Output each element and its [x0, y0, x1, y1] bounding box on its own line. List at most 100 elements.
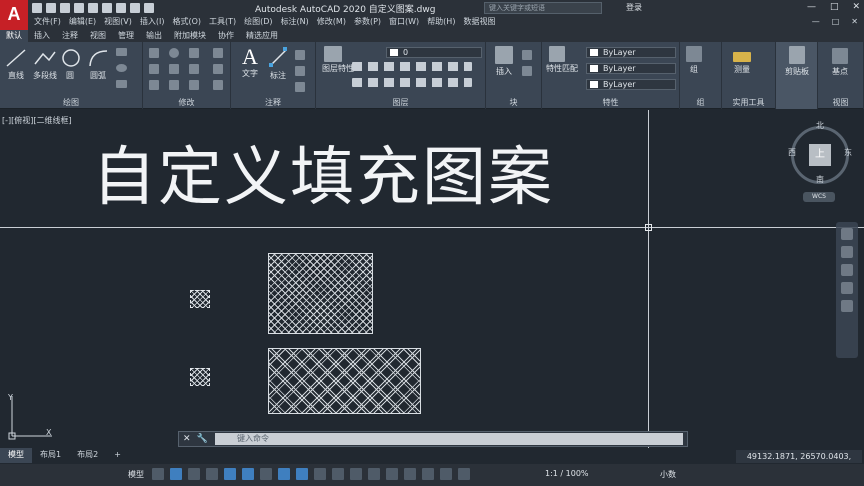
- tab-view[interactable]: 视图: [84, 30, 112, 42]
- polar-tracking-icon[interactable]: [242, 468, 254, 480]
- circle-tool[interactable]: 圆: [60, 48, 80, 81]
- menu-format[interactable]: 格式(O): [168, 16, 205, 27]
- selection-filter-icon[interactable]: [404, 468, 416, 480]
- layer-properties-tool[interactable]: 图层特性: [322, 46, 354, 74]
- minimize-button[interactable]: —: [807, 2, 816, 12]
- rotate-tool[interactable]: [169, 48, 179, 60]
- block-panel-title[interactable]: 块: [486, 97, 541, 108]
- linetype-dropdown[interactable]: ByLayer: [586, 63, 676, 74]
- properties-panel-title[interactable]: 特性: [542, 97, 679, 108]
- grid-display-icon[interactable]: [152, 468, 164, 480]
- copy-tool[interactable]: [149, 64, 159, 76]
- undo-icon[interactable]: [130, 3, 140, 13]
- compass-east[interactable]: 东: [844, 147, 852, 158]
- annotation-panel-title[interactable]: 注释: [231, 97, 315, 108]
- viewport-controls[interactable]: [-][俯视][二维线框]: [2, 115, 72, 126]
- steering-wheel-icon[interactable]: [841, 228, 853, 240]
- dynamic-input-icon[interactable]: [206, 468, 218, 480]
- arc-tool[interactable]: 圆弧: [86, 48, 110, 81]
- maximize-button[interactable]: □: [830, 2, 839, 12]
- array-tool[interactable]: [189, 80, 199, 92]
- utilities-panel-title[interactable]: 实用工具: [722, 97, 775, 108]
- annotation-scale[interactable]: 1:1 / 100%: [545, 469, 589, 478]
- erase-tool[interactable]: [213, 48, 223, 60]
- zoom-icon[interactable]: [841, 264, 853, 276]
- base-point-tool[interactable]: 基点: [826, 48, 854, 77]
- menu-edit[interactable]: 编辑(E): [65, 16, 100, 27]
- move-tool[interactable]: [149, 48, 159, 60]
- orbit-icon[interactable]: [841, 282, 853, 294]
- menu-view[interactable]: 视图(V): [100, 16, 136, 27]
- layer-tools-row-2[interactable]: [352, 78, 472, 89]
- tab-default[interactable]: 默认: [0, 30, 28, 42]
- doc-restore-button[interactable]: □: [832, 17, 840, 26]
- menu-tools[interactable]: 工具(T): [205, 16, 240, 27]
- create-block-tool[interactable]: [522, 50, 532, 62]
- menu-draw[interactable]: 绘图(D): [240, 16, 276, 27]
- menu-help[interactable]: 帮助(H): [423, 16, 459, 27]
- login-button[interactable]: 登录: [626, 2, 642, 13]
- ellipse-tool[interactable]: [116, 64, 127, 74]
- tab-collaborate[interactable]: 协作: [212, 30, 240, 42]
- gizmo-icon[interactable]: [422, 468, 434, 480]
- layer-dropdown[interactable]: 0: [386, 47, 482, 58]
- tab-insert[interactable]: 插入: [28, 30, 56, 42]
- units-selector[interactable]: 小数: [660, 469, 676, 480]
- menu-file[interactable]: 文件(F): [30, 16, 65, 27]
- table-tool[interactable]: [295, 66, 305, 78]
- tab-featured-apps[interactable]: 精选应用: [240, 30, 284, 42]
- add-layout-button[interactable]: +: [106, 448, 129, 463]
- new-icon[interactable]: [32, 3, 42, 13]
- trim-tool[interactable]: [189, 48, 199, 60]
- tab-annotate[interactable]: 注释: [56, 30, 84, 42]
- leader-tool[interactable]: [295, 50, 305, 62]
- text-tool[interactable]: A 文字: [239, 46, 261, 79]
- scale-tool[interactable]: [169, 80, 179, 92]
- tab-output[interactable]: 输出: [140, 30, 168, 42]
- tab-layout1[interactable]: 布局1: [32, 448, 69, 463]
- object-snap-tracking-icon[interactable]: [278, 468, 290, 480]
- doc-close-button[interactable]: ✕: [851, 17, 858, 26]
- compass-north[interactable]: 北: [816, 120, 824, 131]
- fillet-tool[interactable]: [189, 64, 199, 76]
- tab-layout2[interactable]: 布局2: [69, 448, 106, 463]
- offset-tool[interactable]: [213, 80, 223, 92]
- menu-parameter[interactable]: 参数(P): [350, 16, 385, 27]
- pan-icon[interactable]: [841, 246, 853, 258]
- menu-window[interactable]: 窗口(W): [385, 16, 423, 27]
- transparency-icon[interactable]: [332, 468, 344, 480]
- showmotion-icon[interactable]: [841, 300, 853, 312]
- ortho-mode-icon[interactable]: [224, 468, 236, 480]
- lineweight-icon[interactable]: [314, 468, 326, 480]
- isodraft-icon[interactable]: [260, 468, 272, 480]
- menu-data-view[interactable]: 数据视图: [459, 16, 499, 27]
- selection-cycling-icon[interactable]: [350, 468, 362, 480]
- dynamic-ucs-icon[interactable]: [386, 468, 398, 480]
- polyline-tool[interactable]: 多段线: [30, 48, 60, 81]
- hatch-pattern-grid[interactable]: [268, 253, 373, 334]
- wcs-menu[interactable]: WCS: [803, 192, 835, 202]
- hatch-pattern-diamond[interactable]: [268, 348, 421, 414]
- search-input[interactable]: 键入关键字或短语: [484, 2, 602, 14]
- viewcube[interactable]: 上 北 南 西 东 WCS: [788, 120, 854, 206]
- save-icon[interactable]: [60, 3, 70, 13]
- plot-icon[interactable]: [116, 3, 126, 13]
- pattern-unit-1[interactable]: [190, 290, 210, 308]
- lineweight-dropdown[interactable]: ByLayer: [586, 79, 676, 90]
- tab-manage[interactable]: 管理: [112, 30, 140, 42]
- close-button[interactable]: ✕: [852, 2, 860, 12]
- mirror-tool[interactable]: [169, 64, 179, 76]
- draw-panel-title[interactable]: 绘图: [0, 97, 142, 108]
- open-icon[interactable]: [46, 3, 56, 13]
- tab-addins[interactable]: 附加模块: [168, 30, 212, 42]
- layer-tools-row-1[interactable]: [352, 62, 472, 73]
- redo-icon[interactable]: [144, 3, 154, 13]
- open-web-icon[interactable]: [88, 3, 98, 13]
- auto-scale-icon[interactable]: [458, 468, 470, 480]
- grid-tool[interactable]: [295, 82, 305, 94]
- insert-block-tool[interactable]: 插入: [492, 46, 516, 77]
- line-tool[interactable]: 直线: [4, 48, 28, 81]
- command-input[interactable]: 键入命令: [215, 433, 683, 445]
- edit-block-tool[interactable]: [522, 66, 532, 78]
- groups-panel-title[interactable]: 组: [680, 97, 721, 108]
